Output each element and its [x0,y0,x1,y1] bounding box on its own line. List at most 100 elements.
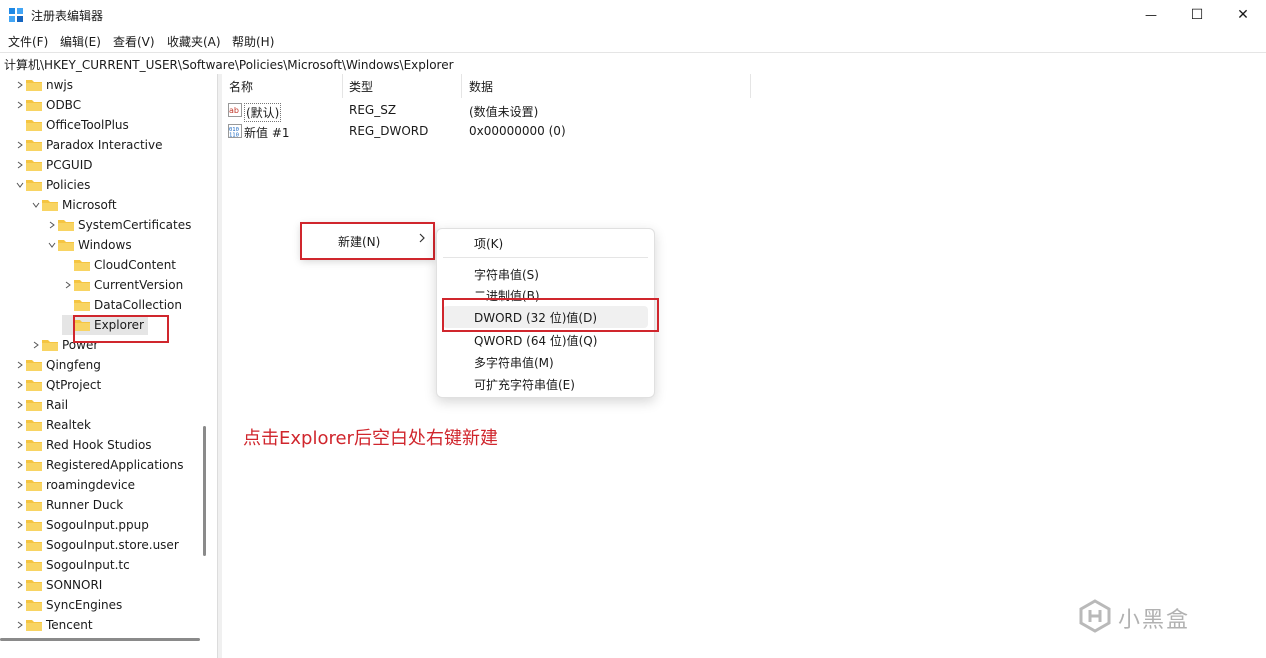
submenu-string-value[interactable]: 字符串值(S) [474,266,539,283]
chevron-right-icon[interactable] [14,615,26,635]
tree-node-runnerduck[interactable]: Runner Duck [14,495,123,515]
chevron-down-icon[interactable] [30,195,42,215]
value-type: REG_DWORD [349,124,429,138]
maximize-button[interactable]: ☐ [1174,0,1220,30]
tree-node-officetoolplus[interactable]: OfficeToolPlus [14,115,129,135]
tree-node-odbc[interactable]: ODBC [14,95,81,115]
tree-label: SONNORI [46,578,103,592]
tree-node-rail[interactable]: Rail [14,395,68,415]
tree-label: Microsoft [62,198,117,212]
values-list[interactable]: 名称 类型 数据 ab (默认) REG_SZ (数值未设置) 010 110 新… [222,74,1266,658]
tree-node-cloudcontent[interactable]: CloudContent [62,255,176,275]
tree-node-sonnori[interactable]: SONNORI [14,575,102,595]
highlight-dword-box [442,298,659,332]
chevron-right-icon[interactable] [14,435,26,455]
tree-horizontal-scrollbar[interactable] [0,638,200,641]
address-path[interactable]: 计算机\HKEY_CURRENT_USER\Software\Policies\… [4,56,454,73]
chevron-right-icon[interactable] [46,215,58,235]
svg-text:110: 110 [229,133,239,139]
chevron-right-icon[interactable] [62,275,74,295]
tree-label: SogouInput.store.user [46,538,179,552]
close-button[interactable]: ✕ [1220,0,1266,30]
registry-tree[interactable]: nwjs ODBC OfficeToolPlus Paradox Interac… [0,74,217,658]
tree-node-sogou-ppup[interactable]: SogouInput.ppup [14,515,149,535]
menu-file[interactable]: 文件(F) [8,33,48,50]
folder-open-icon [42,199,58,211]
tree-node-sogou-store[interactable]: SogouInput.store.user [14,535,179,555]
folder-icon [26,539,42,551]
menu-separator [443,257,648,258]
chevron-right-icon[interactable] [14,575,26,595]
tree-node-realtek[interactable]: Realtek [14,415,91,435]
chevron-right-icon[interactable] [14,595,26,615]
menu-favorites[interactable]: 收藏夹(A) [167,33,221,50]
tree-label: PCGUID [46,158,93,172]
menu-view[interactable]: 查看(V) [113,33,155,50]
tree-node-policies[interactable]: Policies [14,175,90,195]
tree-node-paradox[interactable]: Paradox Interactive [14,135,162,155]
chevron-right-icon[interactable] [14,415,26,435]
instruction-annotation: 点击Explorer后空白处右键新建 [243,428,498,449]
folder-icon [26,499,42,511]
tree-node-nwjs[interactable]: nwjs [14,75,73,95]
column-header-data[interactable]: 数据 [462,74,751,98]
submenu-expandable-string-value[interactable]: 可扩充字符串值(E) [474,376,575,393]
chevron-right-icon[interactable] [14,535,26,555]
submenu-key[interactable]: 项(K) [474,235,503,252]
chevron-right-icon[interactable] [14,455,26,475]
tree-node-sogou-tc[interactable]: SogouInput.tc [14,555,130,575]
value-type: REG_SZ [349,103,397,117]
submenu-qword-value[interactable]: QWORD (64 位)值(Q) [474,332,597,349]
folder-icon [74,299,90,311]
chevron-right-icon[interactable] [30,335,42,355]
tree-node-roamingdevice[interactable]: roamingdevice [14,475,135,495]
chevron-right-icon[interactable] [14,95,26,115]
chevron-right-icon[interactable] [14,75,26,95]
folder-icon [26,159,42,171]
chevron-right-icon[interactable] [14,375,26,395]
chevron-right-icon[interactable] [14,355,26,375]
chevron-right-icon[interactable] [14,475,26,495]
submenu-multistring-value[interactable]: 多字符串值(M) [474,354,554,371]
tree-node-currentversion[interactable]: CurrentVersion [62,275,183,295]
window-title: 注册表编辑器 [31,9,104,23]
chevron-right-icon[interactable] [14,155,26,175]
chevron-right-icon[interactable] [14,555,26,575]
folder-icon [26,599,42,611]
chevron-right-icon[interactable] [14,135,26,155]
folder-open-icon [26,179,42,191]
folder-icon [26,119,42,131]
address-bar[interactable]: 计算机\HKEY_CURRENT_USER\Software\Policies\… [0,52,1266,75]
tree-node-qingfeng[interactable]: Qingfeng [14,355,101,375]
menu-edit[interactable]: 编辑(E) [60,33,101,50]
folder-icon [26,99,42,111]
chevron-right-icon[interactable] [14,495,26,515]
regedit-icon [9,8,23,22]
tree-node-redhook[interactable]: Red Hook Studios [14,435,152,455]
tree-node-tencent[interactable]: Tencent [14,615,93,635]
tree-label: SogouInput.ppup [46,518,149,532]
value-name[interactable]: 新值 #1 [244,124,290,141]
tree-node-systemcertificates[interactable]: SystemCertificates [46,215,191,235]
column-header-name[interactable]: 名称 [222,74,343,98]
tree-node-pcguid[interactable]: PCGUID [14,155,92,175]
folder-icon [26,439,42,451]
chevron-right-icon[interactable] [14,515,26,535]
menu-help[interactable]: 帮助(H) [232,33,274,50]
tree-node-registeredapplications[interactable]: RegisteredApplications [14,455,183,475]
chevron-down-icon[interactable] [46,235,58,255]
tree-node-syncengines[interactable]: SyncEngines [14,595,122,615]
tree-node-microsoft[interactable]: Microsoft [30,195,117,215]
tree-label: Qingfeng [46,358,101,372]
tree-vertical-scrollbar[interactable] [203,426,206,556]
tree-node-datacollection[interactable]: DataCollection [62,295,182,315]
tree-label: roamingdevice [46,478,136,492]
folder-icon [26,139,42,151]
tree-node-qtproject[interactable]: QtProject [14,375,101,395]
minimize-button[interactable]: — [1128,0,1174,30]
tree-node-windows[interactable]: Windows [46,235,132,255]
value-name[interactable]: (默认) [244,103,282,122]
chevron-right-icon[interactable] [14,395,26,415]
chevron-down-icon[interactable] [14,175,26,195]
column-header-type[interactable]: 类型 [342,74,462,98]
